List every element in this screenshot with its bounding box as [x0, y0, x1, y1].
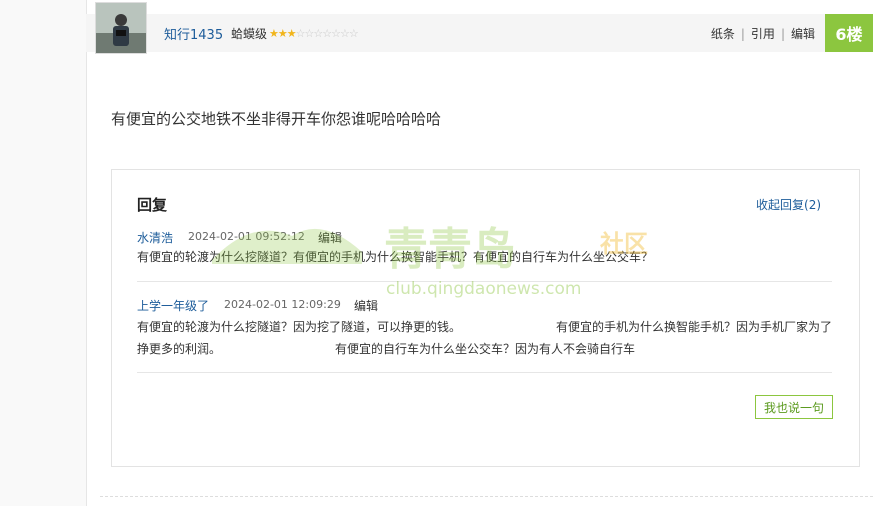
- reply-edit-button[interactable]: 编辑: [318, 229, 342, 246]
- collapse-label: 收起回复: [756, 198, 805, 212]
- reply-text: 有便宜的手机为什么换智能手机？因为手机厂家为了: [556, 320, 833, 334]
- user-level: 蛤蟆级 ★★★☆☆☆☆☆☆☆: [231, 25, 359, 42]
- star-empty-icon: ☆: [348, 27, 359, 40]
- note-button[interactable]: 纸条: [711, 25, 735, 42]
- star-filled-icon: ★: [269, 27, 279, 40]
- reply-user[interactable]: 上学一年级了: [137, 297, 209, 314]
- edit-button[interactable]: 编辑: [791, 25, 815, 42]
- post-content: 有便宜的公交地铁不坐非得开车你怨谁呢哈哈哈哈: [111, 110, 442, 128]
- reply-text: 有便宜的自行车为什么坐公交车？因为有人不会骑自行车: [335, 342, 636, 356]
- reply-text: 挣更多的利润。: [137, 342, 222, 356]
- post-username[interactable]: 知行1435: [164, 24, 223, 43]
- reply-edit-button[interactable]: 编辑: [354, 297, 378, 314]
- post-actions: 纸条 | 引用 | 编辑: [711, 25, 815, 42]
- star-empty-icon: ☆: [331, 27, 341, 40]
- reply-divider: [137, 281, 832, 282]
- bottom-divider: [100, 496, 873, 497]
- star-filled-icon: ★: [286, 27, 297, 40]
- reply-title: 回复: [137, 196, 168, 214]
- reply-user[interactable]: 水清浩: [137, 229, 173, 246]
- avatar[interactable]: [95, 2, 147, 54]
- star-empty-icon: ☆: [295, 27, 306, 40]
- left-sidebar-strip: [0, 0, 87, 506]
- reply-text: 有便宜的轮渡为什么挖隧道？因为挖了隧道，可以挣更的钱。: [137, 320, 462, 334]
- collapse-replies-link[interactable]: 收起回复(2): [756, 196, 821, 213]
- reply-divider: [137, 372, 832, 373]
- reply-time: 2024-02-01 09:52:12: [188, 230, 305, 243]
- level-label: 蛤蟆级: [231, 27, 268, 41]
- reply-time: 2024-02-01 12:09:29: [224, 298, 341, 311]
- level-stars: ★★★☆☆☆☆☆☆☆: [269, 27, 359, 40]
- star-empty-icon: ☆: [340, 27, 350, 40]
- star-filled-icon: ★: [277, 27, 288, 40]
- star-empty-icon: ☆: [322, 27, 332, 40]
- star-empty-icon: ☆: [313, 27, 323, 40]
- separator: |: [740, 26, 745, 41]
- reply-button[interactable]: 我也说一句: [755, 395, 833, 419]
- reply-count: (2): [804, 198, 822, 212]
- floor-number: 6楼: [825, 14, 873, 52]
- separator: |: [780, 26, 785, 41]
- quote-button[interactable]: 引用: [751, 25, 775, 42]
- reply-text: 有便宜的轮渡为什么挖隧道？有便宜的手机为什么换智能手机？有便宜的自行车为什么坐公…: [137, 250, 654, 264]
